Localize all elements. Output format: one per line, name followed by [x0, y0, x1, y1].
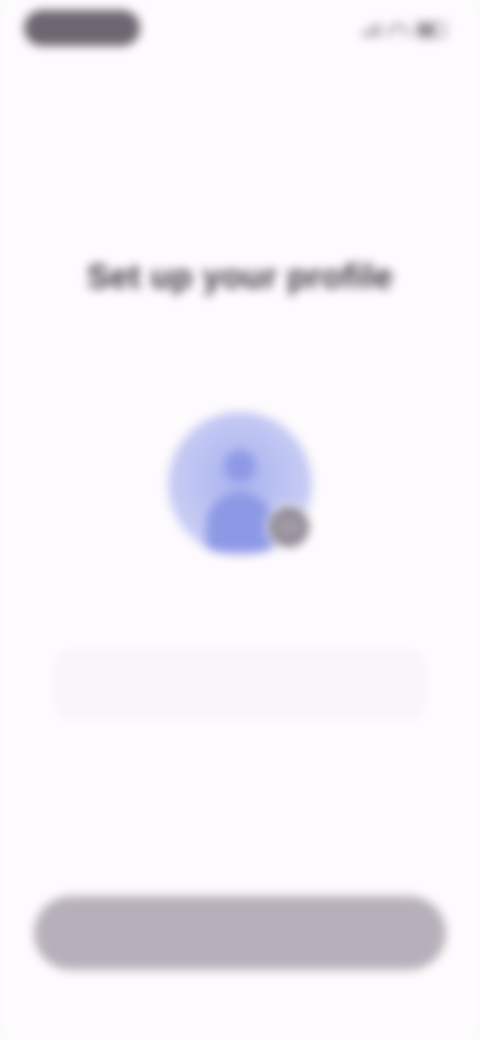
status-time [24, 10, 140, 46]
signal-icon [362, 23, 380, 37]
camera-icon[interactable] [266, 504, 312, 550]
avatar-picker[interactable] [168, 412, 312, 556]
wifi-icon [388, 23, 408, 37]
profile-setup-screen: Set up your profile [0, 0, 480, 1040]
battery-icon [416, 22, 446, 38]
continue-button[interactable] [34, 896, 446, 970]
status-icons [362, 22, 446, 38]
status-bar [0, 0, 480, 60]
page-title: Set up your profile [86, 258, 394, 296]
person-icon [224, 450, 256, 482]
name-input[interactable] [56, 652, 424, 718]
person-body-shape [206, 492, 274, 552]
